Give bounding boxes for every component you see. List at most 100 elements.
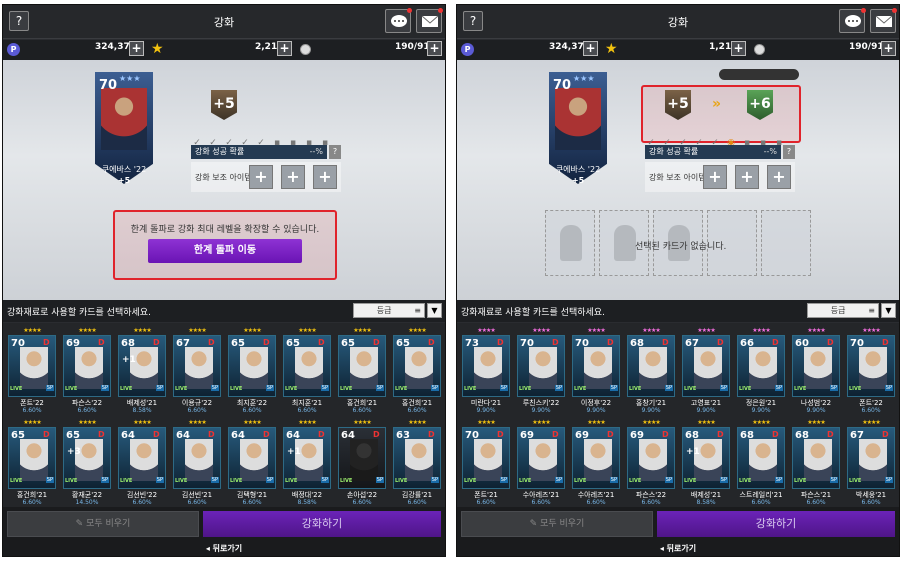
sort-order-button[interactable]: ▼: [427, 303, 442, 318]
mail-button[interactable]: [416, 8, 443, 33]
mail-icon: [421, 15, 439, 27]
card-rate: 6.60%: [586, 499, 606, 506]
aux-slot[interactable]: +: [313, 165, 337, 189]
chat-button[interactable]: [839, 8, 866, 33]
card-overall: 70: [520, 338, 534, 349]
add-cards-button[interactable]: +: [427, 41, 442, 56]
aux-slot[interactable]: +: [767, 165, 791, 189]
add-points-button[interactable]: +: [583, 41, 598, 56]
player-image: [350, 347, 378, 389]
add-cards-button[interactable]: +: [881, 41, 896, 56]
material-card[interactable]: ★★★★ 65 D LIVE SP 최지훈'22 6.60%: [228, 327, 276, 415]
material-card[interactable]: ★★★★ 67 D LIVE SP 이용규'22 6.60%: [173, 327, 221, 415]
material-card[interactable]: ★★★★ 64 D LIVE SP 김선빈'21 6.60%: [173, 419, 221, 507]
material-card[interactable]: ★★★★ 68 D LIVE SP 홍창기'21 9.90%: [627, 327, 675, 415]
team-logo-icon: D: [717, 338, 724, 347]
material-card[interactable]: ★★★★ 65 D LIVE SP 홍건희'21 6.60%: [393, 327, 441, 415]
position-badge: SP: [774, 477, 783, 483]
card-rate: 14.50%: [75, 499, 99, 506]
add-points-button[interactable]: +: [129, 41, 144, 56]
sort-order-button[interactable]: ▼: [881, 303, 896, 318]
material-card[interactable]: ★★★★ 67 D LIVE SP 박세웅'21 6.60%: [847, 419, 895, 507]
card-series: LIVE: [464, 478, 477, 484]
cards-count: 190/91: [395, 42, 430, 52]
material-card[interactable]: ★★★★ 64 D LIVE SP 김택형'21 6.60%: [228, 419, 276, 507]
team-logo-icon: D: [43, 338, 50, 347]
material-card[interactable]: ★★★★ 68 D LIVE SP 파슨스'21 6.60%: [792, 419, 840, 507]
target-card[interactable]: 70 ★★★ 쿠에바스 '22 +5: [549, 72, 607, 198]
aux-slot[interactable]: +: [249, 165, 273, 189]
material-card[interactable]: ★★★★ 70 D LIVE SP 이정후'22 9.90%: [572, 327, 620, 415]
material-card[interactable]: ★★★★ 67 D LIVE SP 고영표'21 9.90%: [682, 327, 730, 415]
position-badge: SP: [265, 477, 274, 483]
enhance-button[interactable]: 강화하기: [657, 511, 895, 537]
team-logo-icon: D: [772, 338, 779, 347]
sort-dropdown[interactable]: 등급 ≡: [353, 303, 425, 318]
material-card[interactable]: ★★★★ 65 D +3 LIVE SP 황재균'22 14.50%: [63, 419, 111, 507]
material-card[interactable]: ★★★★ 69 D LIVE SP 파슨스'22 6.60%: [627, 419, 675, 507]
card-series: LIVE: [230, 386, 243, 392]
card-overall: 65: [286, 338, 300, 349]
material-card[interactable]: ★★★★ 73 D LIVE SP 미란다'21 9.90%: [462, 327, 510, 415]
material-card[interactable]: ★★★★ 65 D LIVE SP 최지훈'21 6.60%: [283, 327, 331, 415]
aux-slot[interactable]: +: [703, 165, 727, 189]
material-card[interactable]: ★★★★ 64 D LIVE SP 손아섭'22 6.60%: [338, 419, 386, 507]
add-stars-button[interactable]: +: [277, 41, 292, 56]
back-button[interactable]: ◂ 뒤로가기: [3, 543, 445, 554]
chevron-left-icon: ◂: [205, 544, 213, 553]
material-card[interactable]: ★★★★ 70 D LIVE SP 폰트'22 6.60%: [847, 327, 895, 415]
material-card[interactable]: ★★★★ 60 D LIVE SP 나성범'22 9.90%: [792, 327, 840, 415]
material-card[interactable]: ★★★★ 68 D LIVE SP 스트레일리'21 6.60%: [737, 419, 785, 507]
material-card[interactable]: ★★★★ 64 D LIVE SP 김선빈'22 6.60%: [118, 419, 166, 507]
material-slot[interactable]: [545, 210, 595, 276]
success-rate-value: --%: [309, 147, 323, 156]
sort-dropdown[interactable]: 등급 ≡: [807, 303, 879, 318]
clear-all-button[interactable]: ✎ 모두 비우기: [461, 511, 653, 537]
material-card[interactable]: ★★★★ 64 D +1 LIVE SP 배정대'22 8.58%: [283, 419, 331, 507]
team-logo-icon: D: [662, 338, 669, 347]
material-card[interactable]: ★★★★ 68 D +1 LIVE SP 배제성'21 8.58%: [118, 327, 166, 415]
material-card[interactable]: ★★★★ 69 D LIVE SP 수아레즈'21 6.60%: [517, 419, 565, 507]
success-rate-label: 강화 성공 확률: [195, 147, 245, 156]
material-card[interactable]: ★★★★ 63 D LIVE SP 김강률'21 6.60%: [393, 419, 441, 507]
card-series: LIVE: [65, 386, 78, 392]
card-series: LIVE: [519, 386, 532, 392]
limit-break-highlight: 한계 돌파로 강화 최대 레벨을 확장할 수 있습니다. 한계 돌파 이동: [113, 210, 337, 280]
back-button[interactable]: ◂ 뒤로가기: [457, 543, 899, 554]
material-card[interactable]: ★★★★ 69 D LIVE SP 파슨스'22 6.60%: [63, 327, 111, 415]
player-image: [859, 439, 887, 481]
aux-slot[interactable]: +: [281, 165, 305, 189]
material-card[interactable]: ★★★★ 70 D LIVE SP 폰트'22 6.60%: [8, 327, 56, 415]
card-series: LIVE: [285, 386, 298, 392]
clear-all-button[interactable]: ✎ 모두 비우기: [7, 511, 199, 537]
enhance-button[interactable]: 강화하기: [203, 511, 441, 537]
material-card[interactable]: ★★★★ 65 D LIVE SP 홍건희'21 6.60%: [338, 327, 386, 415]
baseball-icon: [754, 44, 765, 55]
rate-help-button[interactable]: ?: [329, 145, 341, 159]
limit-break-button[interactable]: 한계 돌파 이동: [148, 239, 302, 263]
material-card[interactable]: ★★★★ 70 D LIVE SP 폰트'21 6.60%: [462, 419, 510, 507]
chat-button[interactable]: [385, 8, 412, 33]
card-stars: ★★★★: [188, 419, 207, 426]
card-rate: 6.60%: [861, 499, 881, 506]
card-overall: 70: [850, 338, 864, 349]
material-card[interactable]: ★★★★ 69 D LIVE SP 수아레즈'21 6.60%: [572, 419, 620, 507]
material-slot[interactable]: [761, 210, 811, 276]
team-logo-icon: D: [318, 338, 325, 347]
card-stars: ★★★★: [78, 327, 97, 334]
material-card[interactable]: ★★★★ 65 D LIVE SP 홍건희'21 6.60%: [8, 419, 56, 507]
mail-button[interactable]: [870, 8, 897, 33]
target-card[interactable]: 70 ★★★ 쿠에바스 '22 +5: [95, 72, 153, 198]
material-card[interactable]: ★★★★ 70 D LIVE SP 루친스키'22 9.90%: [517, 327, 565, 415]
team-logo-icon: D: [552, 430, 559, 439]
top-bar: ? 강화: [457, 5, 899, 39]
rate-help-button[interactable]: ?: [783, 145, 795, 159]
position-badge: SP: [829, 477, 838, 483]
card-series: LIVE: [340, 386, 353, 392]
resource-bar: P 324,379 + ★ 1,215 + 190/91 +: [457, 40, 899, 60]
card-stars: ★★★★: [807, 419, 826, 426]
aux-slot[interactable]: +: [735, 165, 759, 189]
add-stars-button[interactable]: +: [731, 41, 746, 56]
material-card[interactable]: ★★★★ 68 D +1 LIVE SP 배제성'21 8.58%: [682, 419, 730, 507]
material-card[interactable]: ★★★★ 66 D LIVE SP 정은원'21 9.90%: [737, 327, 785, 415]
